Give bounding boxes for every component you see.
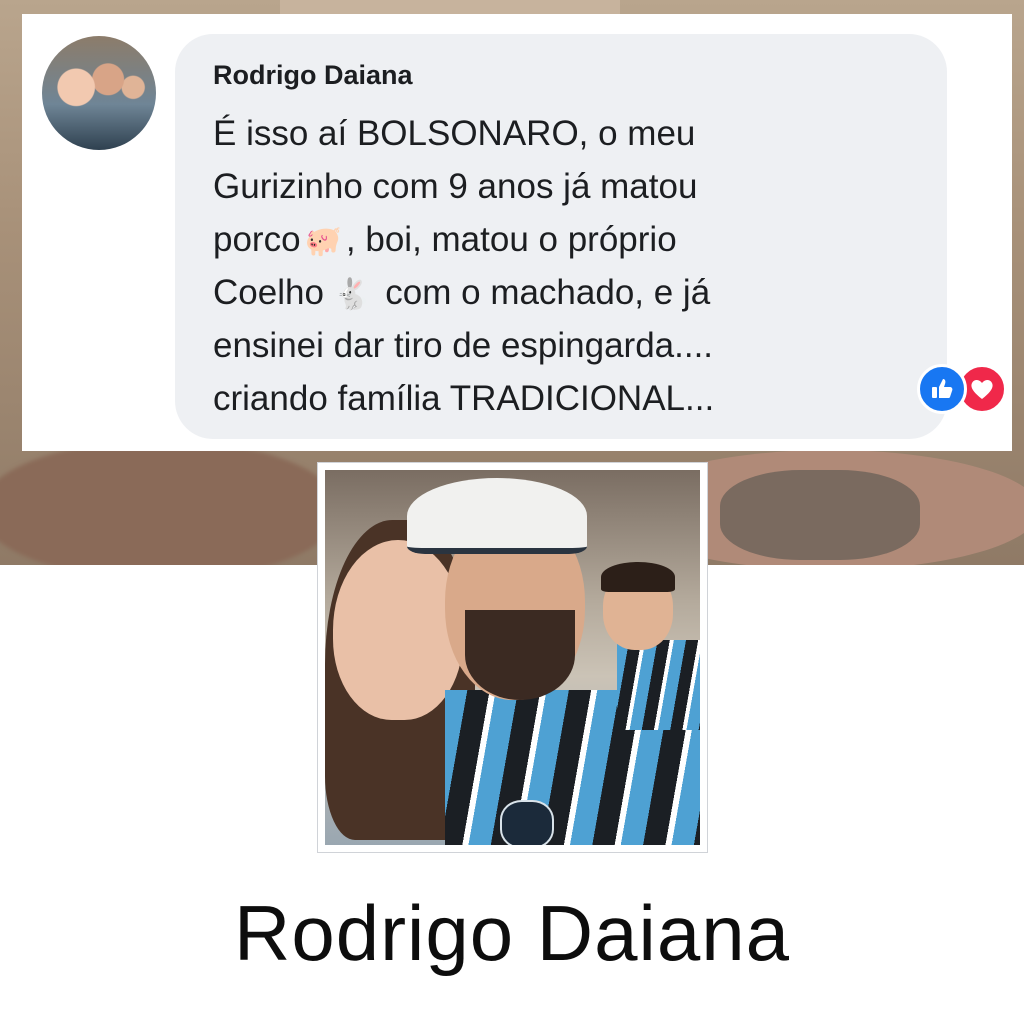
comment-author[interactable]: Rodrigo Daiana	[213, 60, 413, 91]
comment-bubble: Rodrigo Daiana É isso aí BOLSONARO, o me…	[175, 34, 947, 439]
comment-text-line: É isso aí BOLSONARO, o meu	[213, 114, 696, 153]
photo-detail	[407, 478, 587, 554]
comment-text-line: criando família TRADICIONAL...	[213, 379, 715, 418]
photo-detail	[617, 640, 700, 730]
comment-text-fragment: , boi, matou o próprio	[345, 220, 677, 259]
comment-text-line: Coelho 🐇 com o machado, e já	[213, 273, 710, 313]
commenter-avatar[interactable]	[42, 36, 156, 150]
pig-emoji-icon: 🐖	[304, 224, 342, 259]
comment-text-fragment: porco	[213, 220, 301, 259]
photo-detail	[333, 540, 463, 720]
profile-photo-image	[325, 470, 700, 845]
comment-screenshot: Rodrigo Daiana É isso aí BOLSONARO, o me…	[22, 14, 1012, 451]
reaction-summary[interactable]	[917, 364, 1013, 416]
profile-picture[interactable]	[317, 462, 708, 853]
profile-name: Rodrigo Daiana	[233, 889, 790, 977]
cover-texture	[720, 470, 920, 560]
comment-text-fragment: com o machado, e já	[385, 273, 711, 312]
like-reaction-icon	[917, 364, 967, 414]
comment-text-line: ensinei dar tiro de espingarda....	[213, 326, 714, 365]
rabbit-emoji-icon: 🐇	[333, 277, 372, 312]
shirt-badge-icon	[500, 800, 554, 845]
cover-texture	[0, 440, 340, 565]
comment-text-line: Gurizinho com 9 anos já matou	[213, 167, 698, 206]
photo-detail	[601, 562, 675, 592]
photo-detail	[465, 610, 575, 700]
comment-text-line: porco 🐖, boi, matou o próprio	[213, 220, 677, 260]
comment-text-fragment: Coelho	[213, 273, 324, 312]
